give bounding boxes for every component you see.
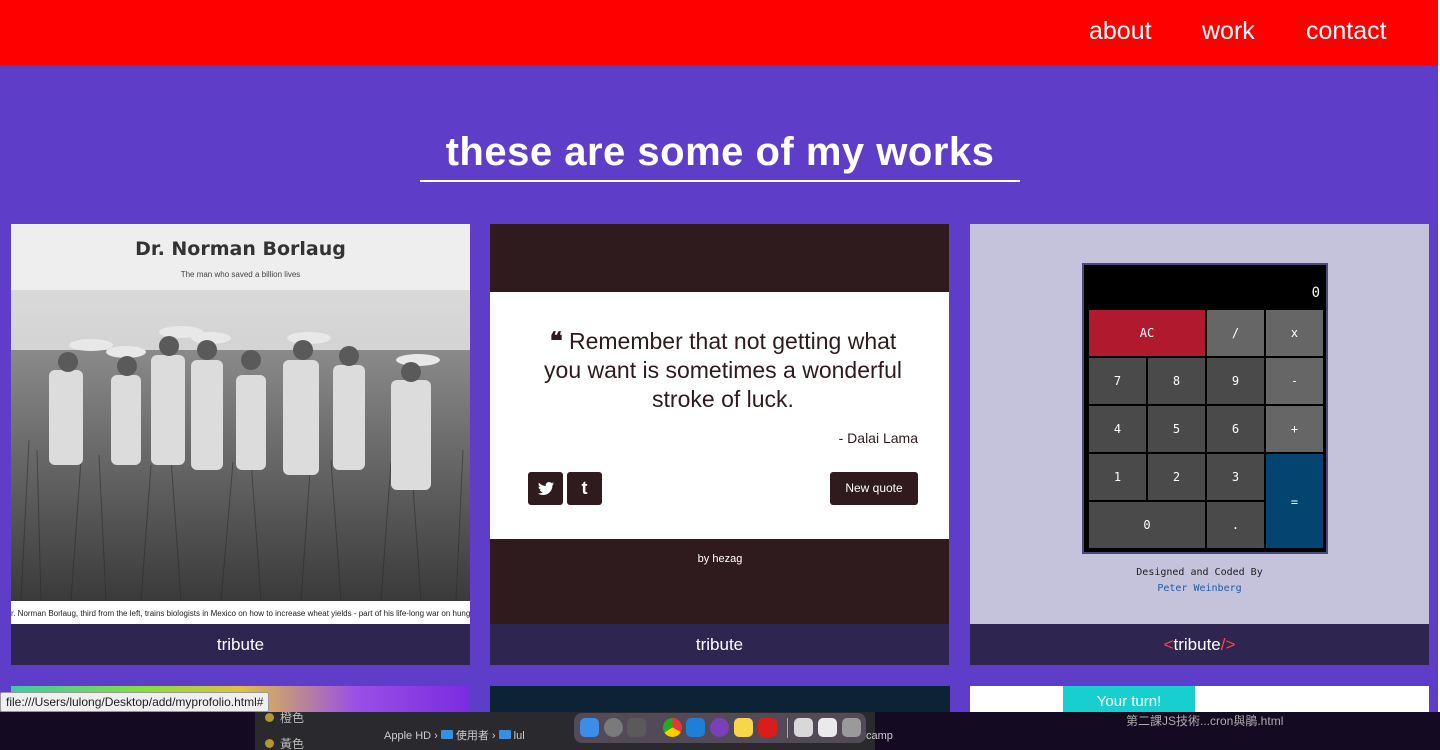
key-6[interactable]: 6 [1206,405,1265,453]
key-7[interactable]: 7 [1088,357,1147,405]
finder-sidebar-tag-orange[interactable]: 橙色 [265,712,304,726]
finder-path-bar: Apple HD › 使用者 › lul [384,730,525,742]
key-equals[interactable]: = [1265,453,1324,549]
quote-author: - Dalai Lama [838,430,918,446]
status-bar-url: file:///Users/lulong/Desktop/add/myprofo… [0,692,270,712]
quote-text: Remember that not getting what you want … [544,328,902,412]
key-divide[interactable]: / [1206,309,1265,357]
new-quote-button[interactable]: New quote [830,472,918,505]
github-desktop-icon[interactable] [710,718,729,737]
tag-dot-icon [265,713,274,722]
vscode-icon[interactable] [686,718,705,737]
trash-icon[interactable] [842,718,861,737]
pdf-app-icon[interactable] [758,718,777,737]
your-turn-button[interactable]: Your turn! [1063,686,1195,712]
twitter-icon [537,482,554,495]
quote-author-link[interactable]: hezag [712,553,742,565]
caption-tag-close: /> [1220,635,1236,654]
project-caption[interactable]: <tribute/> [970,624,1429,665]
project-thumbnail[interactable]: ❝ Remember that not getting what you wan… [490,224,949,624]
folder-icon [440,730,453,739]
tweet-button[interactable] [528,472,563,505]
dock [574,713,866,743]
project-card-quote-machine[interactable]: ❝ Remember that not getting what you wan… [490,224,949,665]
key-ac[interactable]: AC [1088,309,1206,357]
chrome-icon[interactable] [663,718,682,737]
finder-icon[interactable] [580,718,599,737]
project-caption[interactable]: tribute [490,624,949,665]
nav-link-work[interactable]: work [1202,17,1255,46]
key-0[interactable]: 0 [1088,501,1206,549]
key-multiply[interactable]: x [1265,309,1324,357]
caption-tag-open: < [1163,635,1174,654]
key-4[interactable]: 4 [1088,405,1147,453]
system-settings-icon[interactable] [604,718,623,737]
browser-viewport: about work contact these are some of my … [0,0,1440,712]
key-3[interactable]: 3 [1206,453,1265,501]
finder-sidebar-tag-yellow[interactable]: 黃色 [265,735,304,750]
calculator-display: 0 [1311,285,1320,301]
tribute-title: Dr. Norman Borlaug [135,238,346,260]
credit-author[interactable]: Peter Weinberg [970,581,1429,597]
calculator-app-icon[interactable] [627,718,646,737]
section-heading-wrap: these are some of my works [420,127,1020,182]
sidebar-tag-label: 橙色 [280,712,305,725]
credit-line: Designed and Coded By [1136,567,1263,578]
project-thumbnail[interactable]: 0 AC / x 7 8 9 - 4 5 6 + 1 2 3 = 0 . Des… [970,224,1429,624]
key-8[interactable]: 8 [1147,357,1206,405]
document-icon[interactable] [794,718,813,737]
path-item-users[interactable]: 使用者 [456,730,489,742]
finder-path-tail: camp [866,730,893,742]
tribute-subtitle: The man who saved a billion lives [180,270,301,279]
tag-dot-icon [265,739,274,748]
sidebar-tag-label: 黃色 [280,737,305,750]
quote-footer: by hezag [490,553,949,565]
project-card-tribute-borlaug[interactable]: Dr. Norman Borlaug The man who saved a b… [11,224,470,665]
tumblr-icon: t [581,478,588,498]
folder-icon [498,730,511,739]
project-card-row2-2[interactable] [490,686,950,712]
key-2[interactable]: 2 [1147,453,1206,501]
key-9[interactable]: 9 [1206,357,1265,405]
nav-link-contact[interactable]: contact [1306,17,1387,46]
background-window-title[interactable]: 第二課JS技術...cron與鵑.html [1118,712,1440,732]
caption-text: tribute [1173,635,1221,654]
section-heading: these are some of my works [445,130,995,174]
quote-text-wrap: ❝ Remember that not getting what you wan… [538,326,908,414]
quote-footer-prefix: by [697,553,710,565]
top-navbar: about work contact [0,0,1438,66]
project-caption[interactable]: tribute [11,624,470,665]
tribute-header: Dr. Norman Borlaug The man who saved a b… [11,224,470,290]
calculator: 0 AC / x 7 8 9 - 4 5 6 + 1 2 3 = 0 . [1082,263,1328,554]
dock-separator [787,718,788,738]
wheat-field-photo [11,290,470,601]
project-card-calculator[interactable]: 0 AC / x 7 8 9 - 4 5 6 + 1 2 3 = 0 . Des… [970,224,1429,665]
key-5[interactable]: 5 [1147,405,1206,453]
path-item-home[interactable]: lul [514,730,525,742]
nav-link-about[interactable]: about [1089,17,1152,46]
key-subtract[interactable]: - [1265,357,1324,405]
path-item-disk[interactable]: Apple HD [384,730,431,742]
tribute-photo-caption: r. Norman Borlaug, third from the left, … [11,601,470,624]
notes-icon[interactable] [734,718,753,737]
quote-icon: ❝ [549,326,563,355]
calculator-credit: Designed and Coded By Peter Weinberg [970,565,1429,597]
window-icon[interactable] [818,718,837,737]
key-add[interactable]: + [1265,405,1324,453]
key-decimal[interactable]: . [1206,501,1265,549]
tumblr-button[interactable]: t [567,472,602,505]
quote-box: ❝ Remember that not getting what you wan… [490,292,949,539]
project-thumbnail[interactable]: Dr. Norman Borlaug The man who saved a b… [11,224,470,624]
key-1[interactable]: 1 [1088,453,1147,501]
project-card-row2-3[interactable]: Your turn! [970,686,1429,712]
